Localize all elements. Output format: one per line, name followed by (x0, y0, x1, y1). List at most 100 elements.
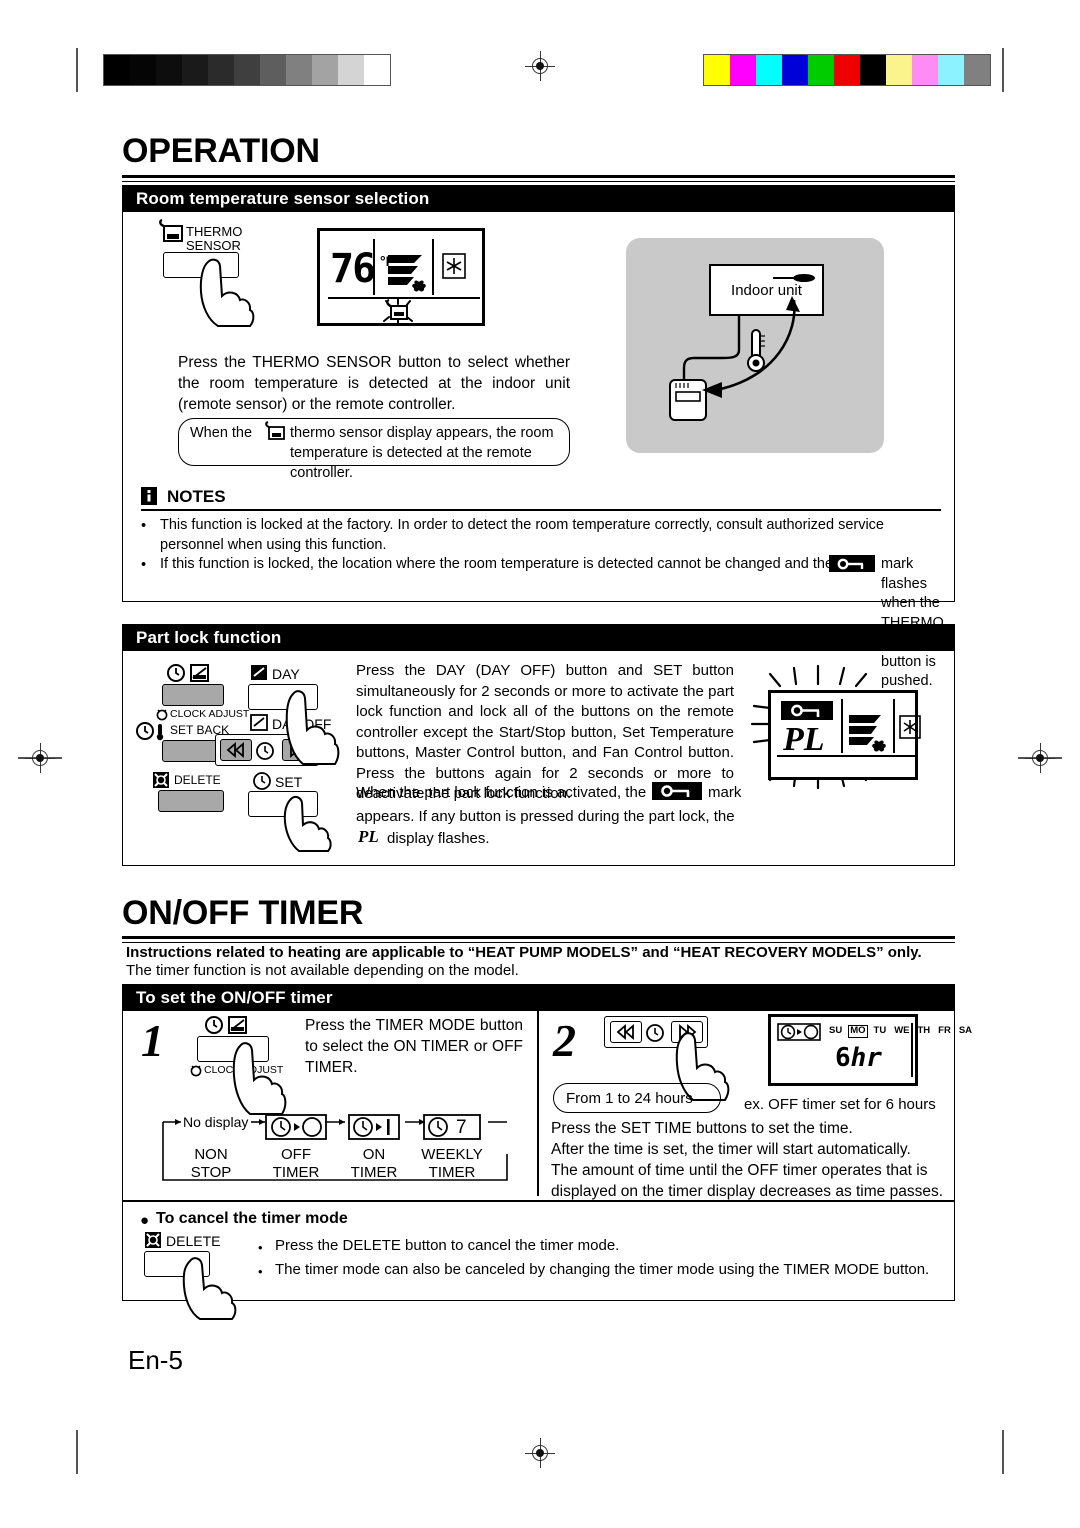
color-patch-4 (808, 55, 834, 85)
gray-patch-10 (364, 55, 390, 85)
off-timer-icon (265, 1114, 327, 1140)
notes-item-2-lead: If this function is locked, the location… (160, 556, 834, 572)
callout-thermo-sensor-icon (265, 421, 287, 443)
timer-mode-button[interactable] (162, 684, 224, 706)
lcd-display-part-lock: PL (768, 690, 921, 780)
key-lock-icon-part-lock (652, 782, 702, 800)
mode-cycle-label-1b: STOP (190, 1164, 232, 1181)
crop-tick-bottom-left (76, 1430, 78, 1474)
lcd-thermo-sensor-flashing-icon (376, 297, 434, 327)
set-clock-icon (253, 772, 271, 790)
pointing-hand-day (285, 688, 355, 768)
lcd-divider-v2 (432, 239, 434, 295)
step2-range-note: From 1 to 24 hours (553, 1083, 721, 1113)
lcd-display-timer: SU MO TU WE TH FR SA 6hr (768, 1014, 972, 1086)
pointing-hand-step1 (232, 1040, 304, 1118)
step2-range-note-text: From 1 to 24 hours (566, 1089, 693, 1107)
lcd-pl-code: PL (783, 721, 825, 758)
crop-tick-bottom-right (1002, 1430, 1004, 1474)
gray-patch-0 (104, 55, 130, 85)
clock-adjust-small-icon (156, 708, 168, 721)
page-title-operation: OPERATION (122, 132, 320, 170)
part-lock-body-3: appears. If any button is pressed during… (356, 808, 735, 825)
cancel-item-2: The timer mode can also be canceled by c… (275, 1261, 930, 1278)
cancel-delete-label: DELETE (166, 1233, 221, 1249)
arrow-left-icon (226, 742, 245, 758)
part-lock-body-2-before: When the part lock function is activated… (356, 784, 647, 801)
color-step-wedge (703, 54, 991, 86)
lcd-timer-number: 6 (835, 1043, 851, 1073)
gray-patch-3 (182, 55, 208, 85)
mode-cycle-label-4a: WEEKLY (421, 1146, 483, 1163)
cancel-section-divider (123, 1200, 954, 1202)
info-icon (141, 487, 157, 505)
cancel-item-1: Press the DELETE button to cancel the ti… (275, 1237, 620, 1254)
day-icon (250, 664, 268, 681)
section-header-sensor: Room temperature sensor selection (122, 185, 955, 212)
sensor-callout-before: When the (190, 425, 253, 441)
set-timer-column-divider (537, 1011, 539, 1196)
mode-cycle-weekly-number: 7 (456, 1117, 467, 1138)
step2-clock-icon (646, 1024, 664, 1042)
set-label: SET (275, 774, 303, 790)
fan-speed-icon-pl (847, 713, 889, 753)
lcd-day-th: TH (917, 1025, 931, 1037)
cancel-bullet-2-marker: • (258, 1264, 263, 1279)
grayscale-step-wedge (103, 54, 391, 86)
color-patch-10 (964, 55, 990, 85)
lcd-day-strip: SU MO TU WE TH FR SA (827, 1025, 974, 1038)
weekly-timer-icon (423, 1114, 481, 1140)
sensor-body-text: Press the THERMO SENSOR button to select… (178, 354, 570, 413)
registration-target-top (525, 51, 555, 81)
pointing-hand-cancel (182, 1255, 252, 1321)
cancel-heading: To cancel the timer mode (156, 1210, 348, 1227)
color-patch-2 (756, 55, 782, 85)
snowflake-icon (442, 253, 466, 279)
lcd-day-mo: MO (848, 1025, 868, 1038)
step1-clock-icons (205, 1015, 255, 1035)
lcd-key-lock-icon (781, 701, 833, 720)
notes-bullet-1-marker: • (141, 518, 147, 534)
gray-patch-7 (286, 55, 312, 85)
lcd-pl-divider-h (777, 755, 915, 757)
thermo-sensor-label-line1: THERMO (186, 224, 243, 239)
lcd-timer-divider-v (911, 1023, 913, 1077)
set-back-icons (136, 722, 168, 741)
step-1-number: 1 (141, 1015, 164, 1066)
sensor-callout-after: thermo sensor display appears, the room … (290, 425, 554, 481)
cancel-bullet-1-marker: • (258, 1240, 263, 1255)
mode-cycle-item-on-timer (348, 1114, 400, 1140)
arrow-left-icon-step2 (616, 1024, 635, 1040)
mode-cycle-label-2b: TIMER (272, 1164, 320, 1181)
day-off-icon (250, 714, 268, 731)
lcd-temperature-value: 76 (330, 246, 376, 292)
on-timer-icon (348, 1114, 400, 1140)
crop-tick-top-right (1002, 48, 1004, 92)
fan-speed-icon (386, 253, 430, 293)
mode-cycle-item-weekly (423, 1114, 481, 1140)
timer-intro-plain: The timer function is not available depe… (126, 962, 519, 979)
crop-tick-top-left (76, 48, 78, 92)
notes-bullet-2-marker: • (141, 557, 147, 573)
lcd-pl-divider-v1 (841, 699, 843, 753)
step-2-number: 2 (553, 1015, 576, 1066)
set-time-clock-icon (256, 742, 274, 760)
part-lock-body-2-after: mark (708, 784, 742, 801)
clock-icon (167, 664, 209, 682)
lcd-off-timer-icon (777, 1023, 821, 1041)
manual-page: OPERATION Room temperature sensor select… (0, 0, 1080, 1528)
title-rule-operation (122, 175, 955, 182)
section-header-part-lock: Part lock function (122, 624, 955, 651)
clock-adjust-label: CLOCK ADJUST (170, 708, 250, 720)
mode-cycle-label-1a: NON (194, 1146, 228, 1163)
delete-button[interactable] (158, 790, 224, 812)
mode-cycle-label-3b: TIMER (350, 1164, 398, 1181)
delete-label: DELETE (174, 773, 221, 787)
step1-text: Press the TIMER MODE button to select th… (305, 1017, 523, 1076)
step1-clock-adjust-icon (190, 1064, 202, 1077)
color-patch-0 (704, 55, 730, 85)
part-lock-body-3-tail: display flashes. (387, 830, 490, 847)
section-header-set-timer: To set the ON/OFF timer (122, 984, 955, 1011)
color-patch-3 (782, 55, 808, 85)
step2-example-caption: ex. OFF timer set for 6 hours (744, 1096, 936, 1113)
